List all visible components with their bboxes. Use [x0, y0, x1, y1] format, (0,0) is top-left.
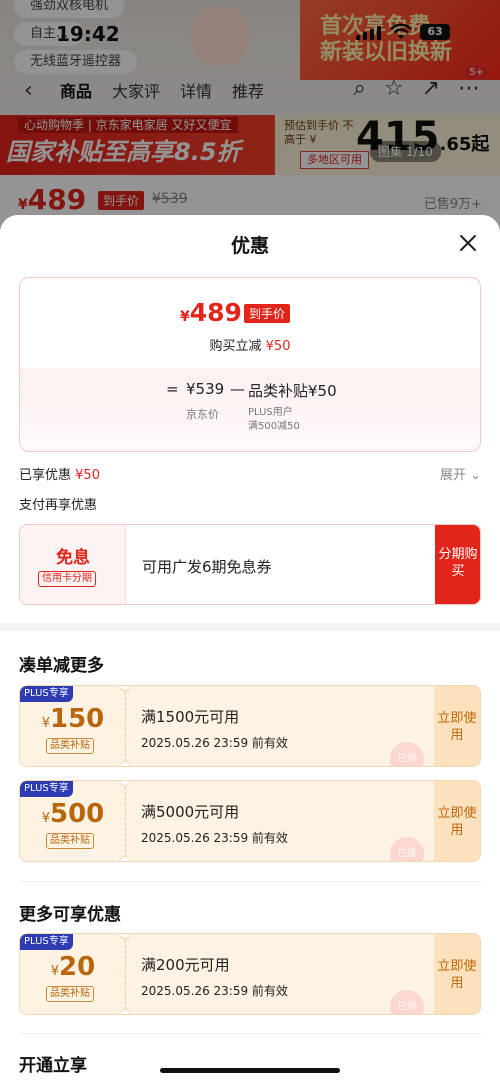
- coupon-condition: 满200元可用: [141, 956, 230, 974]
- coupon-card: PLUS专享 ¥500 品类补贴 满5000元可用 2025.05.26 23:…: [19, 780, 481, 862]
- expand-button[interactable]: 展开 ⌄: [440, 464, 481, 483]
- interest-free-label: 免息: [56, 548, 90, 568]
- chevron-down-icon: ⌄: [470, 468, 481, 483]
- installment-buy-button[interactable]: 分期购买: [435, 525, 480, 604]
- divider: [19, 881, 481, 882]
- credit-installment-label: 信用卡分期: [38, 571, 96, 587]
- instant-discount: 购买立减 ¥50: [209, 339, 291, 354]
- installment-card[interactable]: 免息 信用卡分期 可用广发6期免息券 分期购买: [19, 524, 481, 605]
- coupon-card: PLUS专享 ¥150 品类补贴 满1500元可用 2025.05.26 23:…: [19, 685, 481, 767]
- claimed-stamp: 已领: [390, 990, 424, 1014]
- home-indicator[interactable]: [160, 1068, 340, 1073]
- coupon-amount: ¥20: [50, 952, 96, 982]
- close-icon[interactable]: [456, 231, 480, 255]
- enjoyed-discount: 已享优惠 ¥50: [19, 468, 100, 483]
- section-title-extra: 更多可享优惠: [19, 905, 121, 925]
- coupon-section: 凑单减更多 PLUS专享 ¥150 品类补贴 满1500元可用 2025.05.…: [0, 631, 500, 1084]
- divider: [19, 1033, 481, 1034]
- coupon-expiry: 2025.05.26 23:59 前有效: [141, 831, 288, 845]
- coupon-amount: ¥500: [41, 799, 105, 829]
- category-subsidy: 品类补贴¥50: [248, 382, 337, 400]
- jd-price-label: 京东价: [186, 408, 219, 421]
- sheet-header-area: 优惠 ¥489 到手价 购买立减 ¥50 = ¥539 — 品类补贴¥50 京东…: [0, 215, 500, 623]
- use-now-button[interactable]: 立即使用: [434, 934, 480, 1014]
- discount-sheet: 优惠 ¥489 到手价 购买立减 ¥50 = ¥539 — 品类补贴¥50 京东…: [0, 215, 500, 1084]
- use-now-button[interactable]: 立即使用: [434, 781, 480, 861]
- coupon-expiry: 2025.05.26 23:59 前有效: [141, 984, 288, 998]
- coupon-amount: ¥150: [41, 704, 105, 734]
- coupon-category: 品类补贴: [46, 738, 94, 754]
- claimed-stamp: 已领: [390, 742, 424, 766]
- section-title-more: 凑单减更多: [19, 656, 104, 676]
- claimed-stamp: 已领: [390, 837, 424, 861]
- price-breakdown-card: ¥489 到手价 购买立减 ¥50 = ¥539 — 品类补贴¥50 京东价 P…: [19, 277, 481, 452]
- use-now-button[interactable]: 立即使用: [434, 686, 480, 766]
- coupon-condition: 满1500元可用: [141, 708, 240, 726]
- equals-sign: =: [166, 380, 179, 398]
- overlay-mask[interactable]: [0, 0, 500, 240]
- final-price-tag: 到手价: [244, 304, 291, 323]
- pay-discount-title: 支付再享优惠: [19, 498, 98, 513]
- plus-tag: PLUS专享: [20, 934, 73, 950]
- coupon-category: 品类补贴: [46, 986, 94, 1002]
- installment-text: 可用广发6期免息券: [142, 558, 272, 576]
- coupon-condition: 满5000元可用: [141, 803, 240, 821]
- plus-tag: PLUS专享: [20, 781, 73, 797]
- final-price: ¥489: [180, 298, 242, 327]
- section-title-open: 开通立享: [19, 1056, 87, 1076]
- coupon-card: PLUS专享 ¥20 品类补贴 满200元可用 2025.05.26 23:59…: [19, 933, 481, 1015]
- sheet-title: 优惠: [230, 235, 269, 257]
- product-page-background: 强劲双核电机 自主... 无线蓝牙遥控器 首次享免费 新装以旧换新 19:42 …: [0, 0, 500, 240]
- coupon-expiry: 2025.05.26 23:59 前有效: [141, 736, 288, 750]
- plus-condition-label: PLUS用户 满500减50: [248, 407, 300, 432]
- minus-sign: —: [230, 380, 245, 398]
- coupon-category: 品类补贴: [46, 833, 94, 849]
- jd-price: ¥539: [186, 380, 225, 398]
- plus-tag: PLUS专享: [20, 686, 73, 702]
